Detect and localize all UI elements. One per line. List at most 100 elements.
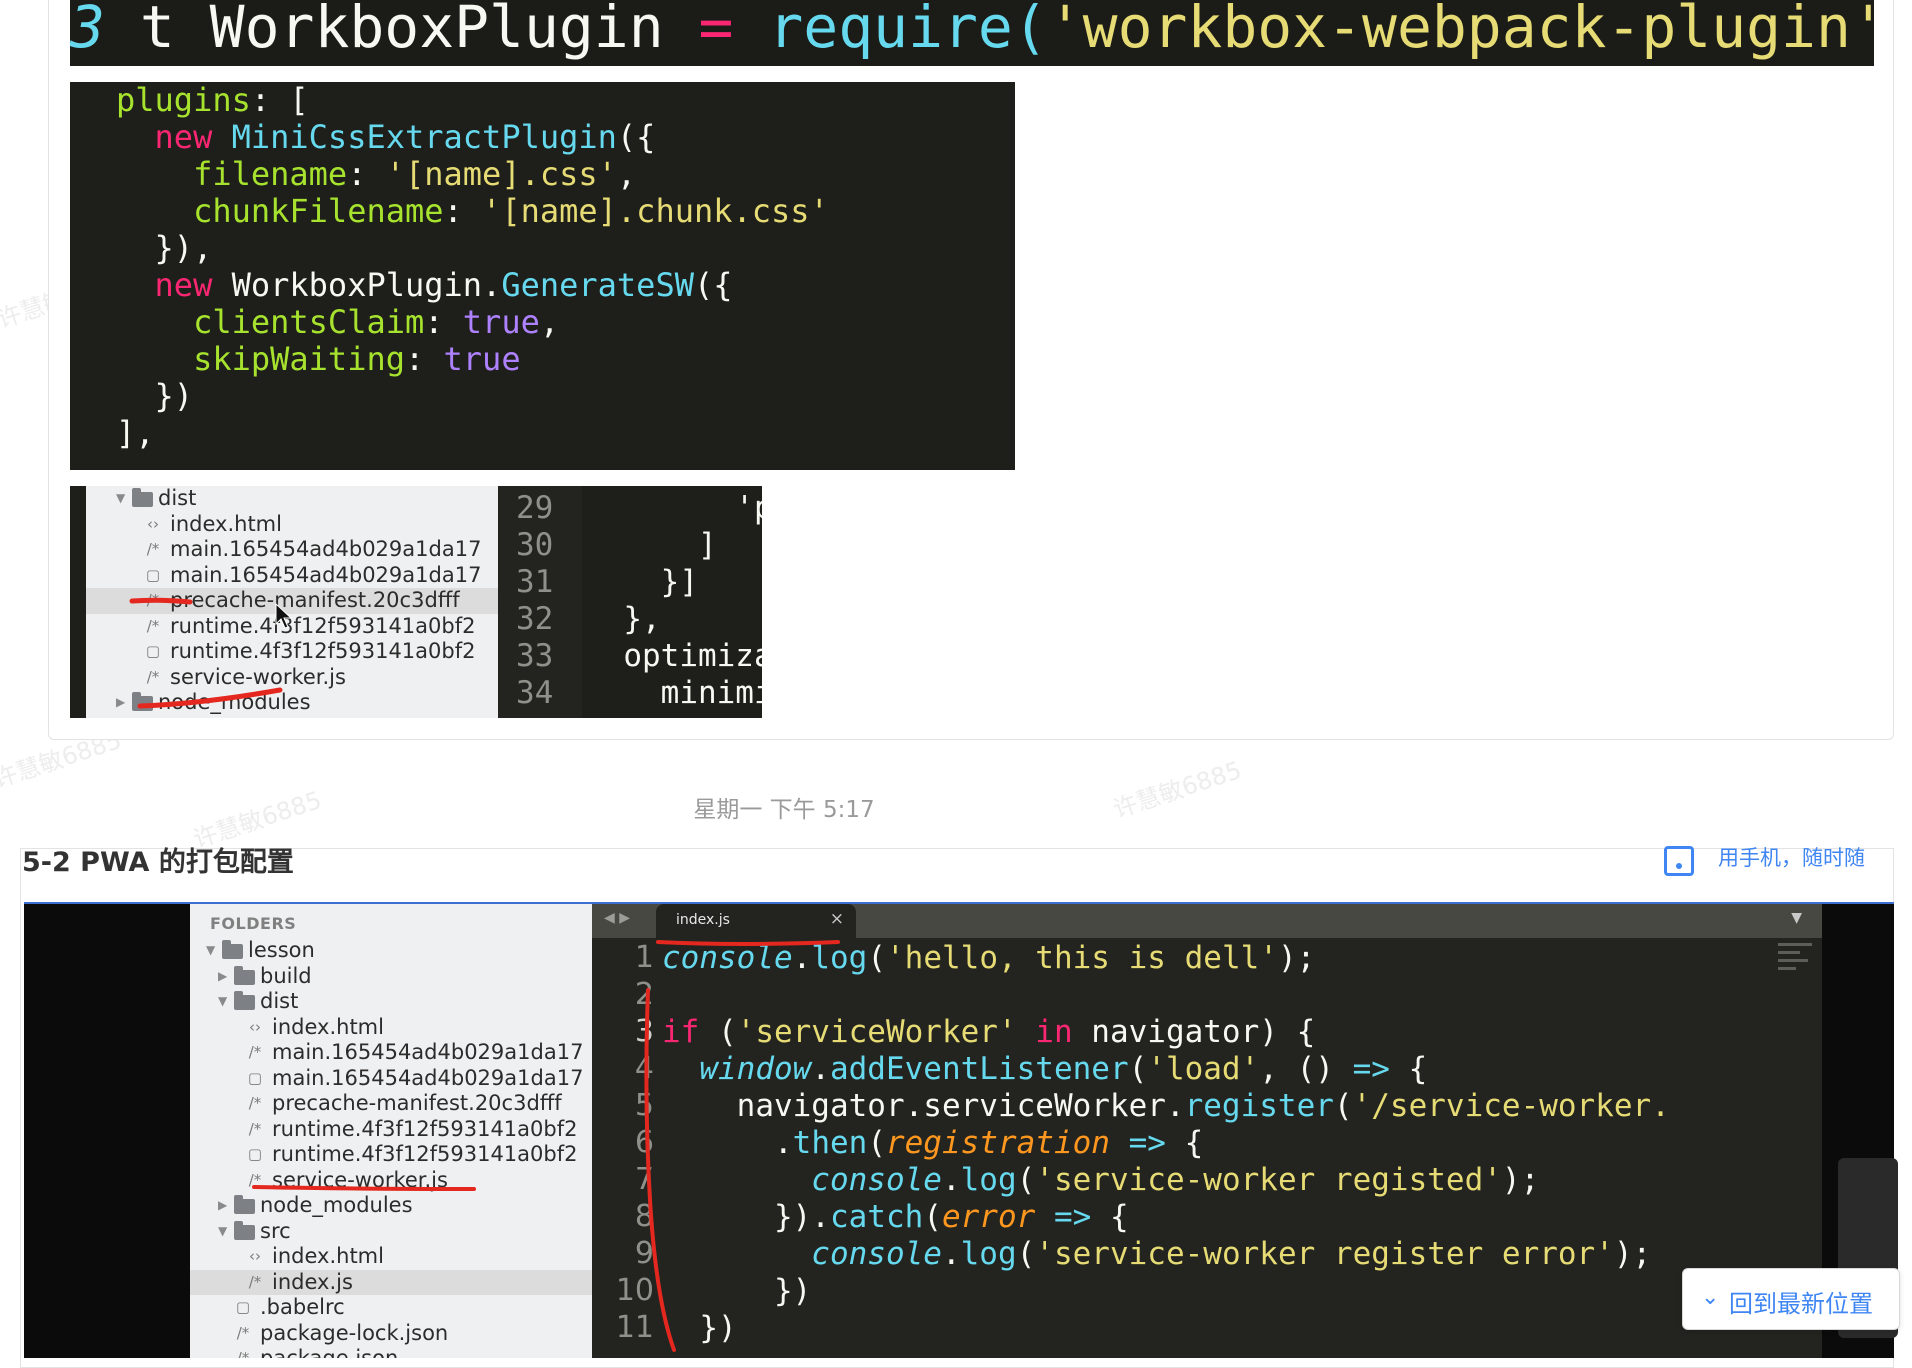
chevron-down-icon[interactable]: ▼ xyxy=(206,938,218,964)
close-icon[interactable]: × xyxy=(830,909,844,929)
tree-item[interactable]: ▼ dist xyxy=(86,486,498,512)
tree-item[interactable]: ‹› index.html xyxy=(190,1244,592,1270)
code-token: '[name].chunk.css' xyxy=(482,192,829,230)
line-number: 30 xyxy=(516,527,554,563)
tree-item[interactable]: ▢ runtime.4f3f12f593141a0bf2 xyxy=(190,1142,592,1168)
code-token: => xyxy=(1035,1199,1092,1235)
video-player[interactable]: FOLDERS ▼ lesson ▶ build ▼ dist ‹› index.html/*… xyxy=(24,902,1894,1358)
code-token: '/service-worker. xyxy=(1352,1088,1670,1124)
code-token: ( xyxy=(867,940,886,976)
tree-item[interactable]: ▢ .babelrc xyxy=(190,1295,592,1321)
code-editor: ◀ ▶ index.js × ▼ 1 2 3 4 5 6 7 8 9 10 11 console.l… xyxy=(592,904,1822,1358)
chevron-right-icon[interactable]: ▶ xyxy=(218,964,230,990)
tree-item[interactable]: ▼ dist xyxy=(190,989,592,1015)
code-screenshot-plugins[interactable]: plugins: [ new MiniCssExtractPlugin({ fi… xyxy=(70,82,1015,470)
code-token: clientsClaim xyxy=(116,303,425,341)
code-token: 'load' xyxy=(1147,1051,1260,1087)
js-file-icon: /* xyxy=(248,1043,262,1061)
tree-item[interactable]: ▶ node_modules xyxy=(190,1193,592,1219)
code-token: WorkboxPlugin. xyxy=(231,266,502,304)
code-screenshot-banner[interactable]: 3 t WorkboxPlugin = require('workbox-web… xyxy=(70,0,1874,66)
code-token: }), xyxy=(116,229,213,267)
code-token: true xyxy=(443,340,521,378)
js-file-icon: /* xyxy=(236,1323,250,1342)
code-token: , () xyxy=(1259,1051,1353,1087)
tree-item[interactable]: /* runtime.4f3f12f593141a0bf2 xyxy=(86,614,498,640)
tree-item[interactable]: /* main.165454ad4b029a1da17 xyxy=(86,537,498,563)
tree-item[interactable]: /* service-worker.js xyxy=(86,665,498,691)
code-token: . xyxy=(941,1236,961,1272)
code-token: , xyxy=(539,303,560,341)
js-file-icon: /* xyxy=(146,667,160,686)
code-line: clientsClaim: true, xyxy=(70,304,1015,341)
line-number: 10 xyxy=(615,1273,654,1308)
code-line: }) xyxy=(662,1310,736,1347)
line-number: 11 xyxy=(615,1310,654,1345)
chevron-down-icon[interactable]: ▼ xyxy=(116,486,128,512)
line-number: 9 xyxy=(634,1236,654,1271)
chevron-down-icon[interactable]: ▼ xyxy=(1791,910,1802,926)
code-token: ( xyxy=(699,1014,737,1050)
html-file-icon: ‹› xyxy=(249,1017,261,1036)
tree-item-label: runtime.4f3f12f593141a0bf2 xyxy=(170,639,476,663)
back-to-latest-button[interactable]: ⌄ 回到最新位置 xyxy=(1682,1268,1900,1330)
minimap[interactable] xyxy=(1776,938,1822,998)
code-token: 'service-worker registed' xyxy=(1035,1162,1502,1198)
code-token: '[name].css' xyxy=(385,155,617,193)
tree-item[interactable]: ▢ main.165454ad4b029a1da17 xyxy=(190,1066,592,1092)
code-token: MiniCssExtractPlugin xyxy=(231,118,617,156)
tab-bar: ◀ ▶ index.js × ▼ xyxy=(592,904,1822,938)
tree-item[interactable]: ▶ node_modules xyxy=(86,690,498,716)
line-number: 33 xyxy=(516,638,554,674)
js-file-icon: /* xyxy=(248,1094,262,1112)
code-token: log xyxy=(811,940,868,976)
line-number: 8 xyxy=(634,1199,654,1234)
js-file-icon: /* xyxy=(236,1349,250,1358)
tree-item[interactable]: /* runtime.4f3f12f593141a0bf2 xyxy=(190,1117,592,1143)
tree-item-label: runtime.4f3f12f593141a0bf2 xyxy=(170,613,476,638)
tab-index-js[interactable]: index.js × xyxy=(656,904,856,938)
js-file-icon: /* xyxy=(248,1119,262,1138)
code-token: register xyxy=(1184,1088,1334,1124)
code-token: ( xyxy=(867,1125,886,1161)
chevron-down-icon[interactable]: ▼ xyxy=(218,989,230,1015)
js-file-icon: /* xyxy=(146,591,160,609)
lesson-title: 5-2 PWA 的打包配置 xyxy=(22,847,294,878)
tree-item[interactable]: ‹› index.html xyxy=(86,512,498,538)
tab-nav-arrows[interactable]: ◀ ▶ xyxy=(604,910,630,926)
code-token: new xyxy=(116,266,232,304)
tree-item[interactable]: /* package-lock.json xyxy=(190,1321,592,1347)
banner-code-line: 3 t WorkboxPlugin = require('workbox-web… xyxy=(70,0,1874,61)
code-token: new xyxy=(116,118,232,156)
tree-item-label: precache-manifest.20c3dfff xyxy=(272,1091,562,1115)
tree-item[interactable]: /* index.js xyxy=(190,1269,592,1295)
line-number: 4 xyxy=(634,1051,654,1086)
tree-item[interactable]: ▼ src xyxy=(190,1219,592,1245)
code-token: navigator. xyxy=(662,1088,924,1124)
code-line: }, xyxy=(586,601,661,637)
chevron-right-icon[interactable]: ▶ xyxy=(218,1193,230,1219)
chevron-down-icon[interactable]: ▼ xyxy=(218,1219,230,1245)
tree-item[interactable]: /* service-worker.js xyxy=(190,1168,592,1194)
mobile-link[interactable]: 用手机，随时随 xyxy=(1718,842,1865,872)
tree-item[interactable]: /* package.json xyxy=(190,1346,592,1358)
file-icon: ▢ xyxy=(145,642,161,660)
tree-item[interactable]: /* precache-manifest.20c3dfff xyxy=(190,1091,592,1117)
tree-item[interactable]: /* main.165454ad4b029a1da17 xyxy=(190,1040,592,1066)
phone-icon[interactable] xyxy=(1664,846,1694,876)
code-token: => xyxy=(1109,1125,1166,1161)
chevron-right-icon[interactable]: ▶ xyxy=(116,690,128,716)
code-line: plugins: [ xyxy=(70,82,1015,119)
tree-item[interactable]: ‹› index.html xyxy=(190,1015,592,1041)
tree-item[interactable]: ▢ main.165454ad4b029a1da17 xyxy=(86,563,498,589)
tree-item[interactable]: ▶ build xyxy=(190,964,592,990)
code-token: }) xyxy=(116,377,194,415)
code-token: then xyxy=(792,1125,868,1161)
tree-item[interactable]: ▼ lesson xyxy=(190,938,592,964)
tree-item[interactable]: ▢ runtime.4f3f12f593141a0bf2 xyxy=(86,639,498,665)
tree-item-label: main.165454ad4b029a1da17 xyxy=(170,537,482,561)
tree-item[interactable]: /* precache-manifest.20c3dfff xyxy=(86,588,498,614)
code-token: ( xyxy=(1333,1088,1353,1124)
code-token: : [ xyxy=(250,82,309,119)
editor-screenshot-small[interactable]: ▼ dist ‹› index.html /* main.165454ad4b029a1d… xyxy=(70,486,762,718)
